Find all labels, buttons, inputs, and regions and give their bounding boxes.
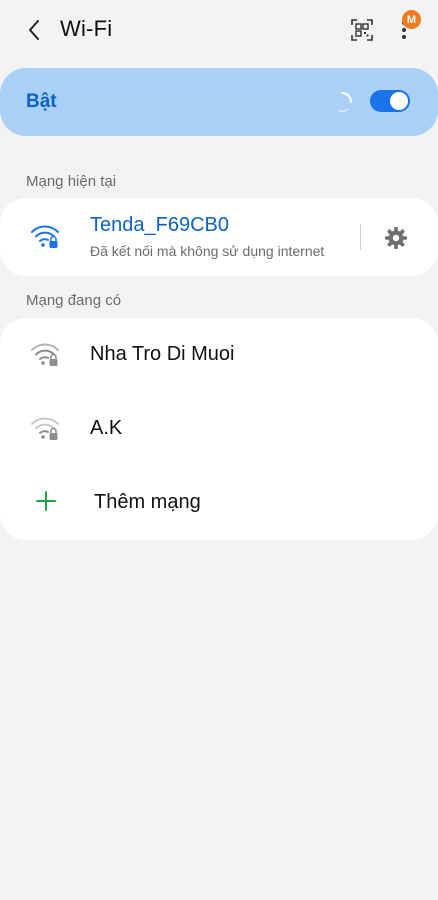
network-row-ak[interactable]: A.K xyxy=(0,392,438,466)
wifi-switch-label: Bật xyxy=(26,91,57,112)
page-title: Wi-Fi xyxy=(60,16,113,41)
qr-scan-icon xyxy=(351,19,373,41)
available-networks-section-label: Mạng đang có xyxy=(26,292,122,309)
loading-spinner-icon xyxy=(338,92,352,112)
back-button[interactable] xyxy=(18,14,50,46)
wifi-lock-icon xyxy=(31,225,59,248)
toggle-knob xyxy=(390,92,408,110)
network-row-nha-tro-di-muoi[interactable]: Nha Tro Di Muoi xyxy=(0,318,438,392)
app-header: Wi-Fi M xyxy=(0,0,438,62)
vertical-divider xyxy=(360,224,361,250)
wifi-toggle[interactable] xyxy=(370,90,410,112)
current-network-card: Tenda_F69CB0 Đã kết nối mà không sử dụng… xyxy=(0,198,438,276)
network-name: A.K xyxy=(90,417,123,439)
chevron-left-icon xyxy=(29,20,39,40)
gear-icon xyxy=(385,227,407,249)
current-network-name: Tenda_F69CB0 xyxy=(90,214,229,236)
add-network-label: Thêm mạng xyxy=(94,491,201,513)
wifi-master-switch-bar[interactable]: Bật xyxy=(0,68,438,136)
notification-badge: M xyxy=(402,10,421,29)
current-network-status: Đã kết nối mà không sử dụng internet xyxy=(90,243,325,259)
add-network-row[interactable]: Thêm mạng xyxy=(0,466,438,540)
network-settings-button[interactable] xyxy=(382,224,410,252)
wifi-settings-screen: Wi-Fi M Bật Mạng hiện tại Tenda_F69CB0 Đ… xyxy=(0,0,438,900)
plus-icon xyxy=(36,491,56,511)
current-network-row[interactable]: Tenda_F69CB0 Đã kết nối mà không sử dụng… xyxy=(0,198,350,276)
current-network-section-label: Mạng hiện tại xyxy=(26,173,117,190)
qr-scan-button[interactable] xyxy=(348,16,376,44)
wifi-lock-icon xyxy=(31,417,59,440)
network-name: Nha Tro Di Muoi xyxy=(90,343,235,365)
wifi-lock-icon xyxy=(31,343,59,366)
available-networks-card: Nha Tro Di Muoi A.K Thêm mạng xyxy=(0,318,438,540)
